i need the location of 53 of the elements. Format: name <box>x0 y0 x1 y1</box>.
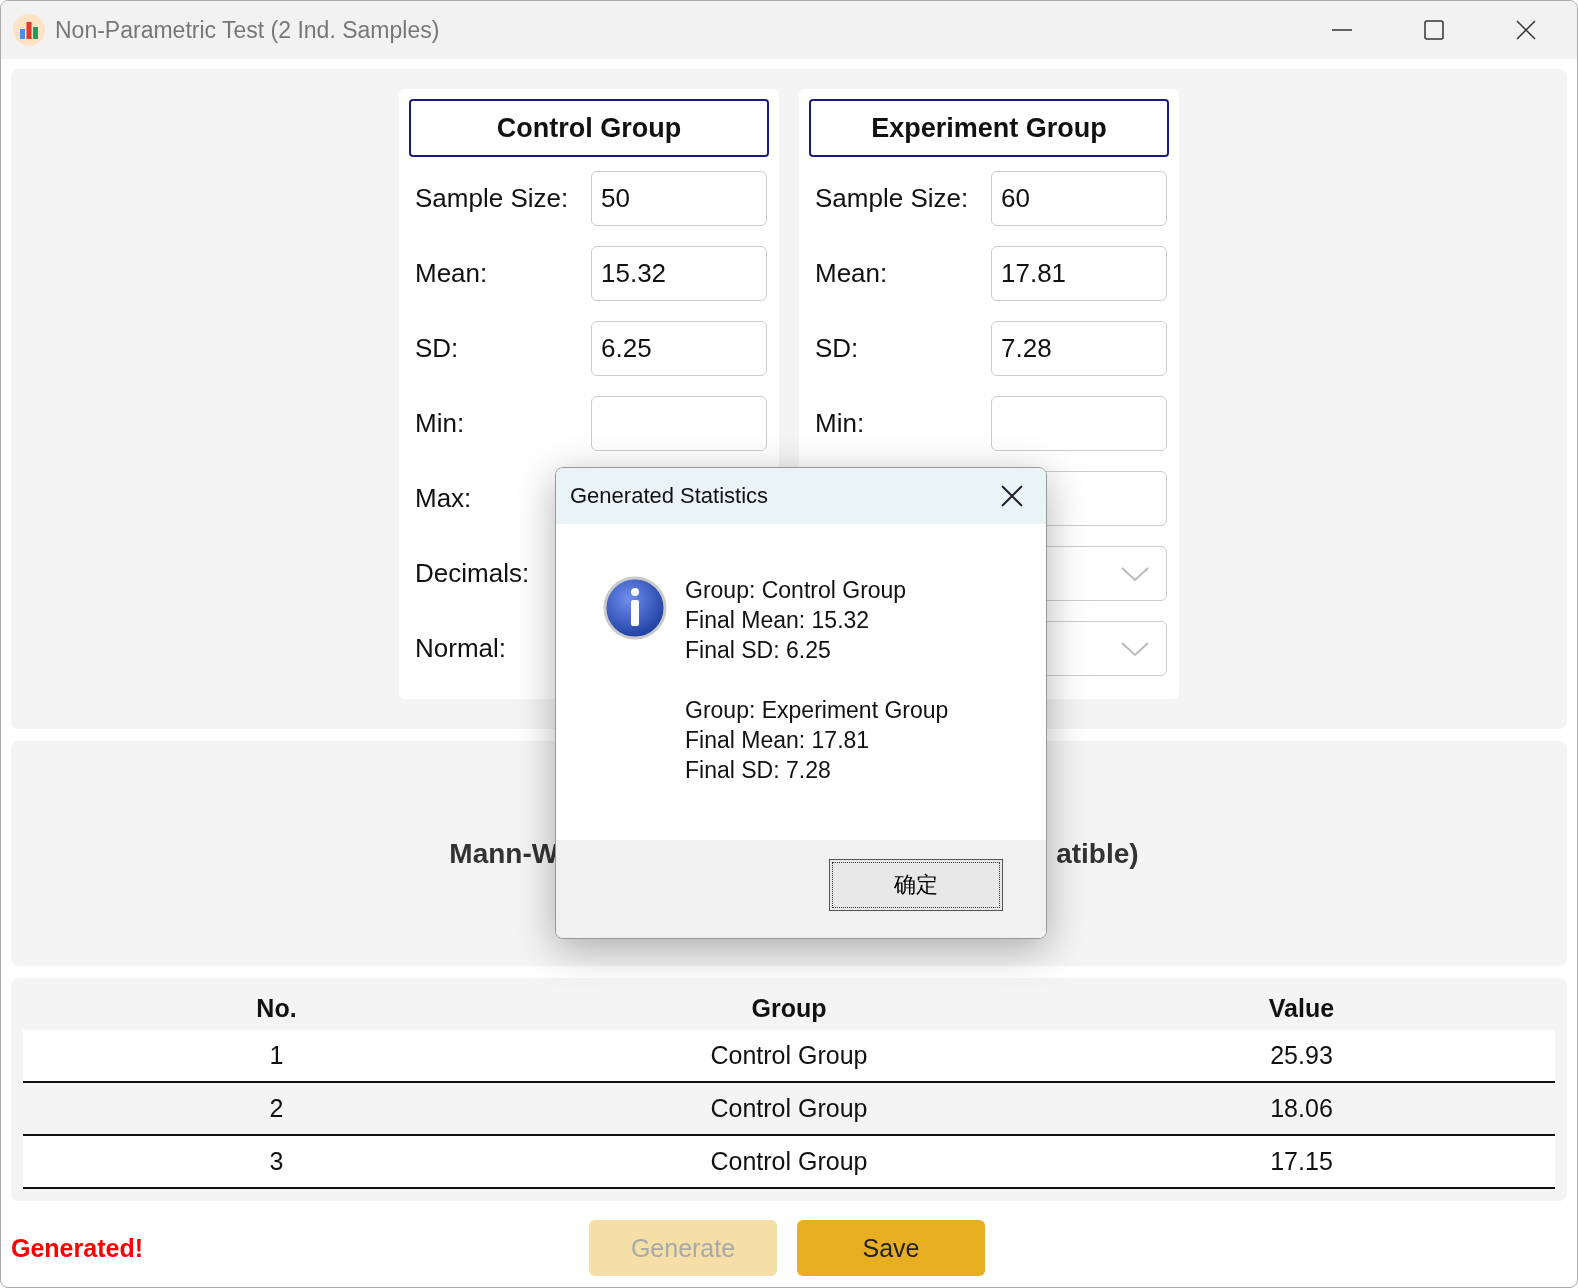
input-field[interactable]: 60 <box>991 171 1167 226</box>
app-chart-icon <box>13 14 45 46</box>
test-heading: Mann-W <box>449 837 559 870</box>
chevron-down-icon <box>1120 565 1150 582</box>
field-label: SD: <box>815 333 859 363</box>
field-label: Sample Size: <box>815 183 969 213</box>
info-icon <box>603 576 667 640</box>
field-label: Sample Size: <box>415 183 569 213</box>
field-label: SD: <box>415 333 459 363</box>
status-message: Generated! <box>11 1233 143 1263</box>
input-field[interactable] <box>591 396 767 451</box>
column-header: Value <box>1267 993 1336 1023</box>
dialog-text-line: Final SD: 6.25 <box>685 636 832 665</box>
close-icon[interactable] <box>1515 19 1537 41</box>
ok-button[interactable]: 确定 <box>829 859 1003 911</box>
window-title: Non-Parametric Test (2 Ind. Samples) <box>55 16 440 44</box>
input-field[interactable]: 17.81 <box>991 246 1167 301</box>
table-cell-text: Control Group <box>709 1147 869 1176</box>
table-cell-text: 25.93 <box>1269 1041 1334 1070</box>
action-button[interactable]: Save <box>797 1220 985 1276</box>
input-field[interactable]: 7.28 <box>991 321 1167 376</box>
table-cell-text: 17.15 <box>1269 1147 1334 1176</box>
field-label: Decimals: <box>415 558 530 588</box>
input-field[interactable]: 15.32 <box>591 246 767 301</box>
table-cell: 1 <box>269 1041 284 1070</box>
field-label: Normal: <box>415 633 506 663</box>
dialog-text-line: Final Mean: 15.32 <box>685 606 871 635</box>
column-header: No. <box>256 993 297 1023</box>
maximize-icon[interactable] <box>1423 19 1445 41</box>
dialog-text-line: Final Mean: 17.81 <box>685 726 871 755</box>
input-field[interactable] <box>991 396 1167 451</box>
field-label: Mean: <box>415 258 488 288</box>
field-label: Min: <box>815 408 865 438</box>
group-title: Experiment Group <box>809 99 1169 157</box>
field-label: Min: <box>415 408 465 438</box>
field-label: Mean: <box>815 258 888 288</box>
group-title: Control Group <box>409 99 769 157</box>
table-cell-text: Control Group <box>709 1041 869 1070</box>
table-cell-text: Control Group <box>709 1094 869 1123</box>
input-field[interactable]: 50 <box>591 171 767 226</box>
close-icon[interactable] <box>1000 484 1024 508</box>
chevron-down-icon <box>1120 640 1150 657</box>
table-cell-text: 18.06 <box>1269 1094 1334 1123</box>
table-cell: 3 <box>269 1147 284 1176</box>
dialog-text-line: Final SD: 7.28 <box>685 756 832 785</box>
table-cell: 2 <box>269 1094 284 1123</box>
dialog-text-line: Group: Control Group <box>685 576 908 605</box>
field-label: Max: <box>415 483 472 513</box>
dialog-title: Generated Statistics <box>570 483 769 509</box>
input-field[interactable]: 6.25 <box>591 321 767 376</box>
test-heading: atible) <box>1056 837 1139 870</box>
dialog-text-line: Group: Experiment Group <box>685 696 949 725</box>
column-header: Group <box>750 993 828 1023</box>
